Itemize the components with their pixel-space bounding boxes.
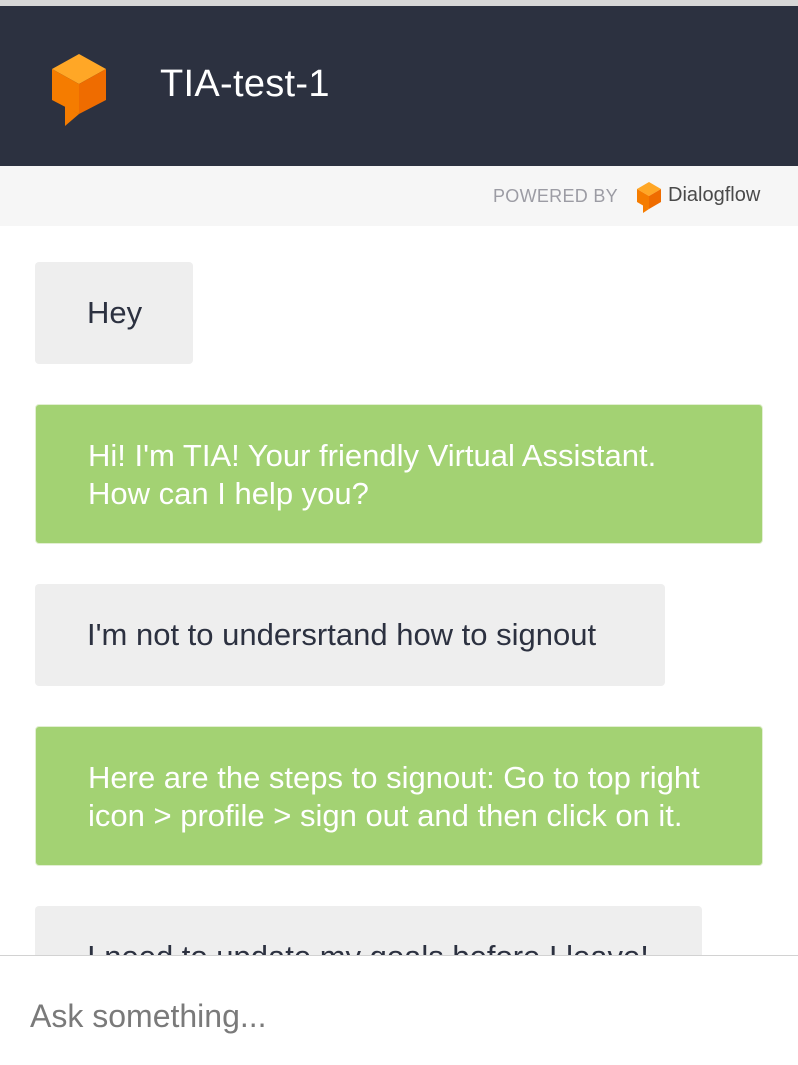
bot-message: Here are the steps to signout: Go to top… xyxy=(35,726,763,866)
user-message: Hey xyxy=(35,262,193,364)
user-message: I'm not to undersrtand how to signout xyxy=(35,584,665,686)
chat-header: TIA-test-1 xyxy=(0,6,798,166)
user-message: I need to update my goals before I leave… xyxy=(35,906,702,955)
agent-title: TIA-test-1 xyxy=(160,63,330,105)
ask-input[interactable] xyxy=(30,988,770,1044)
conversation-area[interactable]: Hey Hi! I'm TIA! Your friendly Virtual A… xyxy=(0,226,798,955)
dialogflow-brand-name: Dialogflow xyxy=(668,184,761,206)
powered-by-label: POWERED BY xyxy=(492,186,618,206)
dialogflow-cube-icon xyxy=(637,182,661,213)
bot-message: Hi! I'm TIA! Your friendly Virtual Assis… xyxy=(35,404,763,544)
message-composer xyxy=(0,955,798,1065)
dialogflow-cube-icon xyxy=(52,54,106,126)
